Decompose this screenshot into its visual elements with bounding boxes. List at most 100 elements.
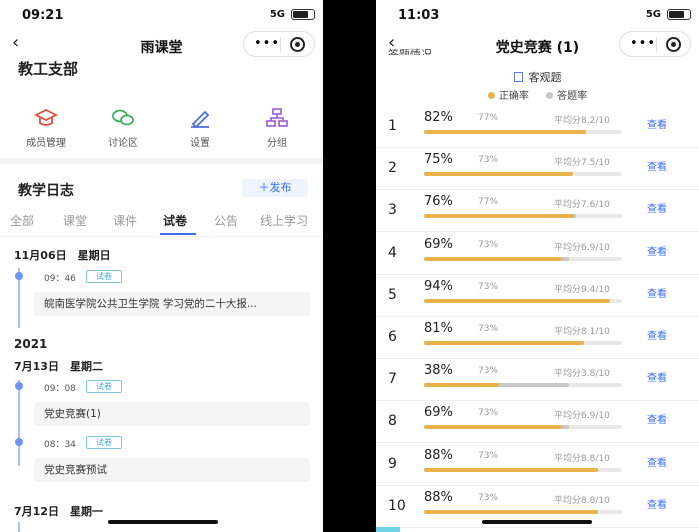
home-indicator	[482, 520, 592, 524]
left-phone-screen: 09:21 5G ‹ 雨课堂 ••• 教工支部 成员管理 讨论区 设置 分组 教…	[0, 0, 323, 532]
timeline-date: 7月13日 星期二	[14, 360, 103, 373]
more-icon[interactable]: •••	[630, 36, 656, 51]
progress-track	[424, 425, 622, 430]
tool-discussion[interactable]: 讨论区	[93, 108, 153, 149]
view-link[interactable]: 查看	[647, 116, 667, 131]
capsule-divider	[656, 37, 657, 52]
close-circle-icon[interactable]	[666, 37, 681, 52]
view-link[interactable]: 查看	[647, 243, 667, 258]
average-score: 平均分8.1/10	[554, 327, 610, 337]
tool-label: 成员管理	[26, 138, 66, 149]
timeline-card[interactable]: 党史竞赛预试	[34, 458, 310, 482]
accuracy-bar	[424, 425, 561, 430]
average-score: 平均分8.8/10	[554, 453, 610, 464]
accuracy-value: 81%	[424, 321, 453, 336]
legend-answer-rate: 答题率	[546, 87, 587, 102]
tab-all[interactable]: 全部	[10, 212, 34, 229]
tool-settings[interactable]: 设置	[170, 108, 230, 149]
accuracy-value: 38%	[424, 363, 453, 379]
view-link[interactable]: 查看	[647, 158, 667, 173]
view-link[interactable]: 查看	[647, 454, 667, 469]
average-score: 平均分6.9/10	[554, 411, 610, 422]
answer-rate-value: 73%	[478, 408, 499, 419]
exam-tag-badge: 试卷	[86, 380, 122, 393]
view-link[interactable]: 查看	[647, 411, 667, 426]
question-row: 1 82% 77% 平均分8.2/10 查看	[376, 106, 699, 148]
answer-rate-value: 73%	[478, 155, 499, 166]
tool-label: 分组	[267, 138, 287, 149]
edge-highlight	[376, 527, 400, 532]
tool-label: 讨论区	[108, 138, 138, 149]
battery-icon	[291, 9, 315, 20]
more-icon[interactable]: •••	[254, 36, 280, 51]
tab-exam[interactable]: 试卷	[163, 212, 187, 229]
capsule-divider	[280, 37, 281, 52]
right-phone-screen: 11:03 5G ‹ 党史竞赛 (1) ••• 答题情况 客观题 正确率 答题率…	[376, 0, 699, 532]
view-link[interactable]: 查看	[647, 285, 667, 300]
status-bar: 09:21 5G	[0, 0, 323, 28]
answer-rate-value: 73%	[478, 450, 499, 461]
answer-rate-value: 73%	[478, 492, 499, 503]
publish-button[interactable]: ＋发布	[242, 179, 308, 197]
view-link[interactable]: 查看	[647, 200, 667, 215]
tab-bar: 全部 课堂 课件 试卷 公告 线上学习	[0, 212, 323, 236]
average-score: 平均分7.6/10	[554, 200, 610, 211]
view-link[interactable]: 查看	[647, 369, 667, 384]
accuracy-bar	[424, 298, 611, 303]
tab-courseware[interactable]: 课件	[113, 212, 137, 229]
partially-scrolled-heading: 答题情况	[388, 48, 432, 55]
close-circle-icon[interactable]	[290, 37, 305, 52]
accuracy-value: 88%	[424, 489, 453, 505]
view-link[interactable]: 查看	[647, 496, 667, 511]
status-time: 09:21	[22, 8, 64, 23]
tab-bar-border	[0, 236, 323, 237]
mini-program-capsule: •••	[243, 31, 315, 57]
org-chart-icon	[266, 108, 288, 127]
question-number: 9	[388, 455, 397, 472]
pencil-icon	[191, 110, 210, 128]
tab-online-learning[interactable]: 线上学习	[260, 212, 308, 229]
legend-label: 正确率	[498, 91, 529, 102]
timeline-dot	[15, 272, 23, 280]
legend-swatch	[546, 92, 554, 99]
accuracy-bar	[424, 256, 561, 261]
tab-announcement[interactable]: 公告	[214, 212, 238, 229]
average-score: 平均分6.9/10	[554, 242, 610, 253]
signal-indicator: 5G	[269, 9, 285, 20]
timeline-time: 09：08	[44, 384, 76, 394]
accuracy-value: 82%	[424, 110, 453, 125]
question-row: 3 76% 77% 平均分7.6/10 查看	[376, 190, 699, 233]
answer-rate-value: 73%	[478, 281, 499, 292]
timeline-card[interactable]: 党史竞赛(1)	[34, 402, 310, 426]
accuracy-bar	[424, 467, 599, 472]
average-score: 平均分3.8/10	[554, 369, 610, 380]
question-number: 6	[388, 329, 397, 345]
mini-program-capsule: •••	[619, 31, 691, 57]
question-number: 4	[388, 244, 397, 261]
graduation-cap-icon	[34, 108, 58, 126]
tool-grouping[interactable]: 分组	[247, 108, 307, 149]
progress-track	[424, 509, 622, 514]
answer-rate-value: 77%	[478, 197, 499, 208]
accuracy-bar	[424, 172, 573, 177]
tab-classroom[interactable]: 课堂	[63, 212, 87, 229]
tool-member-management[interactable]: 成员管理	[16, 108, 76, 149]
accuracy-bar	[424, 383, 500, 388]
nav-bar: ‹ 雨课堂 •••	[0, 28, 323, 60]
question-row: 4 69% 73% 平均分6.9/10 查看	[376, 233, 699, 275]
timeline-dot	[15, 438, 23, 446]
answer-rate-value: 73%	[478, 366, 499, 377]
accuracy-value: 75%	[424, 152, 453, 168]
timeline-card[interactable]: 皖南医学院公共卫生学院 学习党的二十大报...	[34, 292, 310, 316]
average-score: 平均分8.8/10	[554, 495, 610, 506]
status-bar: 11:03 5G	[376, 0, 699, 28]
timeline-date: 7月12日 星期一	[14, 505, 103, 518]
average-score: 平均分7.5/10	[554, 158, 610, 169]
question-number: 2	[388, 160, 397, 177]
accuracy-bar	[424, 214, 575, 219]
view-link[interactable]: 查看	[647, 327, 667, 342]
answer-rate-value: 73%	[478, 239, 499, 250]
section-title: 教学日志	[18, 183, 74, 199]
question-number: 3	[388, 202, 397, 219]
question-number: 7	[388, 371, 397, 388]
